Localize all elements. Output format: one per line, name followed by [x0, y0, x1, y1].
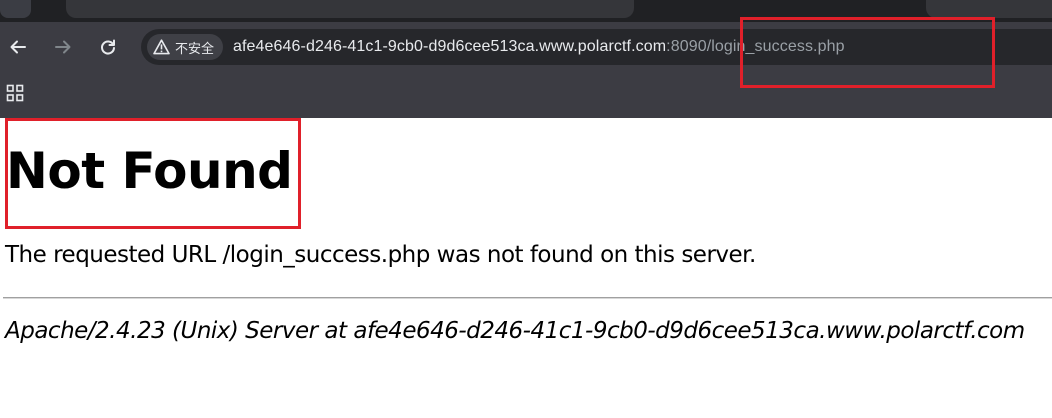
browser-tab[interactable] — [0, 0, 31, 18]
apps-grid-icon[interactable] — [6, 84, 24, 102]
reload-icon[interactable] — [95, 34, 121, 60]
browser-tab[interactable] — [926, 0, 1052, 18]
warning-icon — [153, 39, 170, 55]
url-host: afe4e646-d246-41c1-9cb0-d9d6cee513ca.www… — [233, 38, 667, 55]
site-security-chip[interactable]: 不安全 — [147, 34, 224, 60]
error-message: The requested URL /login_success.php was… — [5, 242, 756, 268]
browser-tab-active[interactable] — [66, 0, 634, 18]
annotation-box-url-path — [740, 17, 995, 88]
back-arrow-icon[interactable] — [5, 34, 31, 60]
annotation-box-title — [5, 118, 301, 229]
horizontal-rule — [3, 297, 1052, 299]
forward-arrow-icon[interactable] — [50, 34, 76, 60]
server-signature: Apache/2.4.23 (Unix) Server at afe4e646-… — [5, 318, 1025, 344]
security-label: 不安全 — [175, 41, 215, 57]
